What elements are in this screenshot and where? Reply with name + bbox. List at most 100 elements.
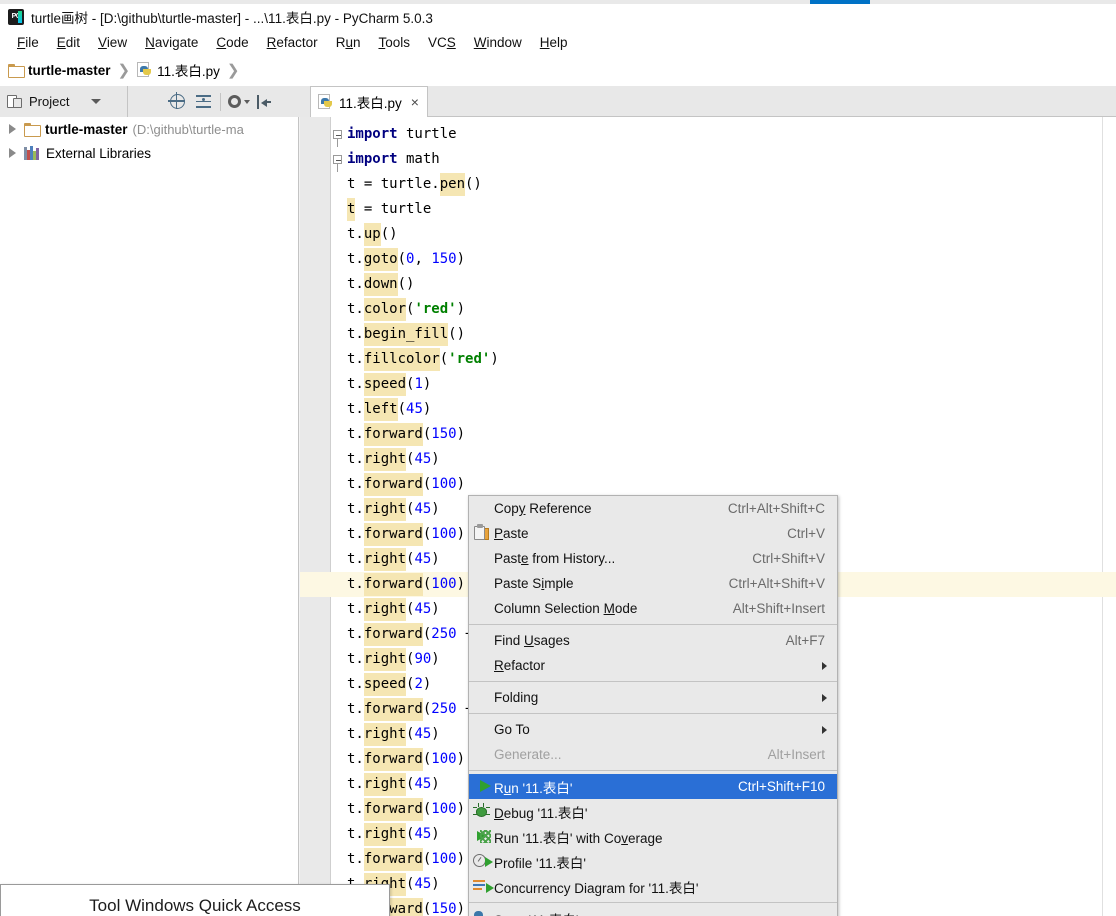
- toolbar-divider: [220, 92, 221, 111]
- settings-gear-icon[interactable]: [225, 89, 251, 115]
- profile-icon: [472, 852, 493, 871]
- context-menu-separator: [469, 770, 837, 771]
- project-toolbar: [128, 86, 277, 117]
- menu-view[interactable]: View: [89, 33, 136, 52]
- context-menu-separator: [469, 902, 837, 903]
- context-menu-item-folding[interactable]: Folding: [469, 685, 837, 710]
- code-line-text: t.forward(250 +: [347, 701, 474, 717]
- fold-toggle-icon[interactable]: [333, 155, 342, 164]
- menu-file[interactable]: File: [8, 33, 48, 52]
- menu-run[interactable]: Run: [327, 33, 370, 52]
- tool-windows-quick-access-popup[interactable]: Tool Windows Quick Access: [0, 884, 390, 916]
- context-menu-item-label: Generate...: [494, 747, 562, 762]
- submenu-arrow-icon: [822, 693, 827, 702]
- collapse-all-icon[interactable]: [190, 89, 216, 115]
- editor-tab-11表白py[interactable]: 11.表白.py ×: [310, 86, 428, 117]
- breadcrumb-separator-icon: ❯: [117, 62, 131, 79]
- expand-arrow-icon[interactable]: [9, 124, 16, 134]
- context-menu-item-go-to[interactable]: Go To: [469, 717, 837, 742]
- context-menu-item-label: Folding: [494, 690, 539, 705]
- tree-row-path: (D:\github\turtle-ma: [132, 121, 244, 137]
- fold-toggle-icon[interactable]: [333, 130, 342, 139]
- run-icon: [472, 777, 491, 796]
- code-line-text: t.forward(100): [347, 476, 466, 492]
- expand-arrow-icon[interactable]: [9, 148, 16, 158]
- context-menu-item-label: Go To: [494, 722, 530, 737]
- context-menu-item-shortcut: Alt+Insert: [767, 747, 825, 762]
- editor-fold-column[interactable]: [331, 117, 343, 916]
- context-menu-item-shortcut: Ctrl+Shift+V: [752, 551, 825, 566]
- menu-vcs[interactable]: VCS: [419, 33, 465, 52]
- code-line[interactable]: import turtle: [343, 122, 457, 147]
- context-menu-item-paste-from-history[interactable]: Paste from History... Ctrl+Shift+V: [469, 546, 837, 571]
- menu-navigate[interactable]: Navigate: [136, 33, 207, 52]
- locate-icon[interactable]: [164, 89, 190, 115]
- context-menu-item-find-usages[interactable]: Find Usages Alt+F7: [469, 628, 837, 653]
- project-toolwindow-label: Project: [29, 94, 70, 109]
- fold-region-line: [337, 164, 338, 172]
- concurrency-icon: [472, 877, 494, 896]
- context-menu-item-debug-11[interactable]: Debug '11.表白': [469, 799, 837, 824]
- libraries-icon: [24, 146, 40, 160]
- close-icon[interactable]: ×: [411, 95, 419, 109]
- code-line-text: t.right(45): [347, 776, 440, 792]
- context-menu-separator: [469, 681, 837, 682]
- title-bar: PC turtle画树 - [D:\github\turtle-master] …: [0, 4, 1116, 30]
- pycharm-window: PC turtle画树 - [D:\github\turtle-master] …: [0, 0, 1116, 916]
- code-line[interactable]: t.goto(0, 150): [343, 247, 465, 272]
- code-line-text: t.forward(100): [347, 801, 466, 817]
- context-menu-item-save-11[interactable]: Save '11.表白': [469, 906, 837, 916]
- pycharm-logo-icon: PC: [8, 9, 24, 25]
- tree-row[interactable]: External Libraries: [0, 141, 298, 165]
- code-line-text: t.right(45): [347, 551, 440, 567]
- menu-edit[interactable]: Edit: [48, 33, 89, 52]
- menu-bar: File Edit View Navigate Code Refactor Run Tools…: [0, 30, 1116, 54]
- menu-help[interactable]: Help: [531, 33, 577, 52]
- context-menu-item-label: Paste: [494, 526, 529, 541]
- menu-tools[interactable]: Tools: [369, 33, 419, 52]
- code-line[interactable]: import math: [343, 147, 440, 172]
- code-line-text: import math: [347, 151, 440, 167]
- context-menu-item-shortcut: Alt+Shift+Insert: [732, 601, 825, 616]
- context-menu-item-profile-11[interactable]: Profile '11.表白': [469, 849, 837, 874]
- context-menu-item-paste[interactable]: Paste Ctrl+V: [469, 521, 837, 546]
- context-menu-item-label: Paste Simple: [494, 576, 574, 591]
- project-toolwindow-header[interactable]: Project: [0, 86, 128, 117]
- context-menu-item-paste-simple[interactable]: Paste Simple Ctrl+Alt+Shift+V: [469, 571, 837, 596]
- code-line-text: t.right(45): [347, 501, 440, 517]
- context-menu-separator: [469, 624, 837, 625]
- code-line[interactable]: t = turtle: [343, 197, 431, 222]
- code-line-text: t.left(45): [347, 401, 432, 417]
- context-menu-separator: [469, 713, 837, 714]
- editor-gutter[interactable]: [300, 117, 331, 916]
- submenu-arrow-icon: [822, 725, 827, 734]
- menu-refactor[interactable]: Refactor: [258, 33, 327, 52]
- breadcrumb: turtle-master ❯ 11.表白.py ❯: [0, 54, 1116, 86]
- editor-tab-label: 11.表白.py: [339, 96, 402, 111]
- context-menu-item-run-11-with-coverage[interactable]: Run '11.表白' with Coverage: [469, 824, 837, 849]
- context-menu-item-column-selection-mode[interactable]: Column Selection Mode Alt+Shift+Insert: [469, 596, 837, 621]
- context-menu-item-refactor[interactable]: Refactor: [469, 653, 837, 678]
- context-menu-item-run-11[interactable]: Run '11.表白' Ctrl+Shift+F10: [469, 774, 837, 799]
- project-icon: [7, 94, 23, 110]
- breadcrumb-item-file[interactable]: 11.表白.py: [137, 60, 220, 80]
- folder-icon: [24, 123, 41, 137]
- menu-window[interactable]: Window: [465, 33, 531, 52]
- code-line-text: t.right(90): [347, 651, 440, 667]
- code-line-text: t.forward(100): [347, 576, 466, 592]
- context-menu-item-copy-reference[interactable]: Copy Reference Ctrl+Alt+Shift+C: [469, 496, 837, 521]
- breadcrumb-item-project[interactable]: turtle-master: [8, 63, 111, 78]
- project-tree-panel: turtle-master (D:\github\turtle-ma Externa…: [0, 117, 299, 916]
- code-line-text: t.begin_fill(): [347, 326, 466, 342]
- editor-context-menu[interactable]: Copy Reference Ctrl+Alt+Shift+C Paste Ctrl+…: [468, 495, 838, 916]
- hide-window-icon[interactable]: [251, 89, 277, 115]
- menu-code[interactable]: Code: [207, 33, 257, 52]
- editor-tabstrip: [427, 86, 1116, 117]
- context-menu-item-concurrency-diagram-for-11[interactable]: Concurrency Diagram for '11.表白': [469, 874, 837, 899]
- tree-row[interactable]: turtle-master (D:\github\turtle-ma: [0, 117, 298, 141]
- code-line-text: t.forward(100): [347, 851, 466, 867]
- context-menu-item-label: Column Selection Mode: [494, 601, 638, 616]
- context-menu-item-label: Copy Reference: [494, 501, 592, 516]
- chevron-down-icon[interactable]: [91, 99, 102, 104]
- python-file-icon: [137, 62, 152, 78]
